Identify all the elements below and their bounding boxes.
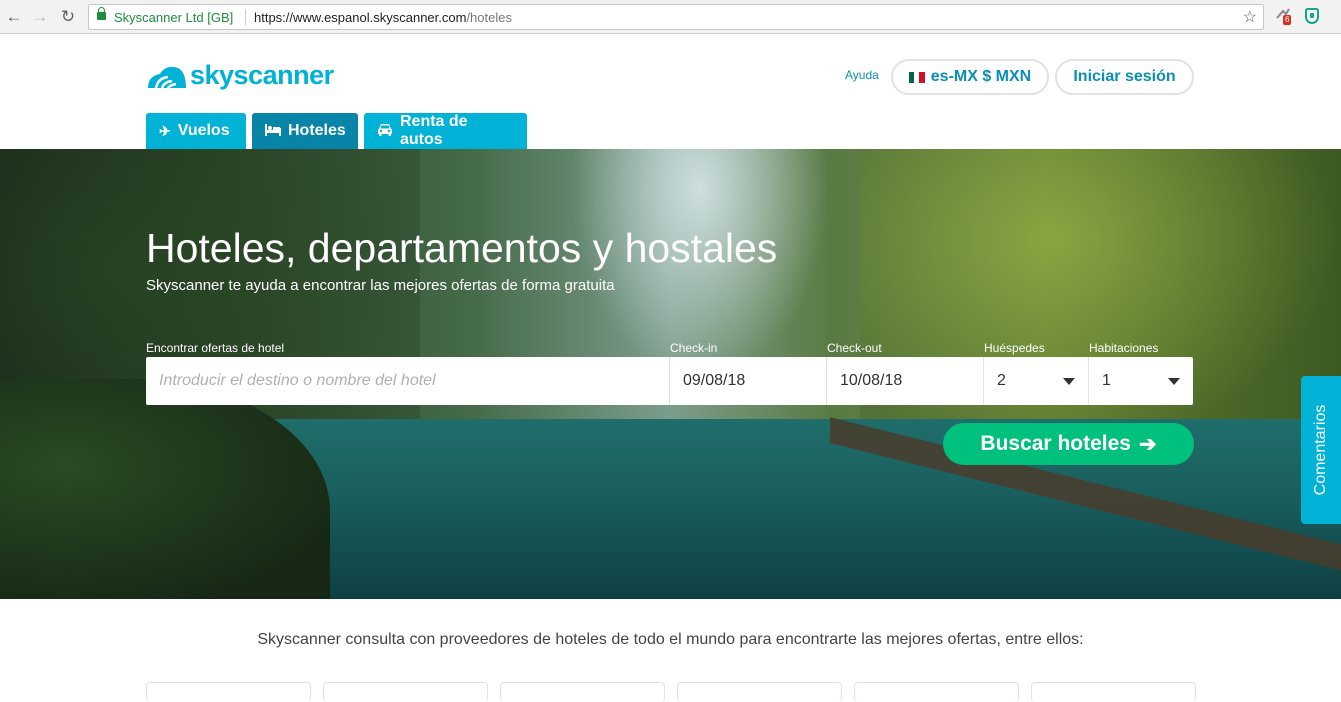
destination-field[interactable] — [146, 357, 670, 405]
search-hotels-label: Buscar hoteles — [980, 432, 1131, 455]
tab-vuelos[interactable]: ✈ Vuelos — [146, 113, 246, 149]
rooms-value: 1 — [1102, 372, 1111, 389]
checkin-value: 09/08/18 — [683, 372, 746, 389]
provider-card[interactable] — [1031, 682, 1196, 702]
hero-title: Hoteles, departamentos y hostales — [146, 225, 778, 271]
tab-label: Renta de autos — [400, 113, 468, 148]
bed-icon — [265, 123, 281, 139]
extension-icon[interactable]: 6 — [1275, 7, 1293, 25]
rooms-label: Habitaciones — [1089, 341, 1159, 355]
bookmark-star-icon[interactable]: ☆ — [1243, 7, 1257, 27]
arrow-right-icon: ➔ — [1138, 432, 1157, 456]
provider-card[interactable] — [323, 682, 488, 702]
guests-label: Huéspedes — [984, 341, 1045, 355]
checkout-field[interactable]: 10/08/18 — [827, 357, 984, 405]
feedback-tab[interactable]: Comentarios — [1301, 376, 1341, 524]
site-identity[interactable]: Skyscanner Ltd [GB] — [114, 10, 233, 25]
tab-hoteles[interactable]: Hoteles — [252, 113, 358, 149]
product-tabs: ✈ Vuelos Hoteles Renta de autos — [146, 113, 527, 149]
checkout-label: Check-out — [827, 341, 882, 355]
chevron-down-icon — [1063, 378, 1075, 385]
checkin-field[interactable]: 09/08/18 — [670, 357, 827, 405]
provider-card[interactable] — [146, 682, 311, 702]
address-bar[interactable]: Skyscanner Ltd [GB] https://www.espanol.… — [88, 4, 1264, 30]
provider-card[interactable] — [500, 682, 665, 702]
provider-card[interactable] — [677, 682, 842, 702]
reload-button[interactable]: ↻ — [58, 7, 78, 27]
login-button[interactable]: Iniciar sesión — [1055, 59, 1194, 95]
address-separator — [245, 9, 246, 25]
sun-cloud-logo-icon — [146, 62, 188, 90]
plane-icon: ✈ — [159, 122, 171, 139]
mexico-flag-icon — [908, 71, 925, 83]
forward-button[interactable]: → — [30, 7, 50, 27]
login-label: Iniciar sesión — [1073, 68, 1176, 85]
car-icon — [377, 123, 393, 139]
locale-button[interactable]: es-MX $ MXN — [891, 59, 1049, 95]
hotel-search-form: 09/08/18 10/08/18 2 1 — [146, 357, 1193, 405]
hero-subtitle: Skyscanner te ayuda a encontrar las mejo… — [146, 277, 615, 294]
destination-label: Encontrar ofertas de hotel — [146, 341, 285, 355]
checkout-value: 10/08/18 — [840, 372, 903, 389]
provider-card[interactable] — [854, 682, 1019, 702]
feedback-label: Comentarios — [1312, 404, 1329, 496]
help-link[interactable]: Ayuda — [845, 68, 879, 82]
back-button[interactable]: ← — [4, 7, 24, 27]
site-header: skyscanner Ayuda es-MX $ MXN Iniciar ses… — [0, 35, 1341, 149]
extension-badge: 6 — [1283, 15, 1292, 25]
browser-toolbar: ← → ↻ Skyscanner Ltd [GB] https://www.es… — [0, 0, 1341, 34]
provider-cards — [146, 682, 1196, 702]
destination-input[interactable] — [159, 372, 669, 390]
logo-wordmark: skyscanner — [190, 60, 334, 90]
providers-section: Skyscanner consulta con proveedores de h… — [0, 599, 1341, 702]
checkin-label: Check-in — [670, 341, 718, 355]
lock-icon — [97, 7, 106, 20]
shield-extension-icon[interactable] — [1305, 8, 1319, 24]
chevron-down-icon — [1168, 378, 1180, 385]
search-hotels-button[interactable]: Buscar hoteles ➔ — [943, 423, 1194, 465]
guests-select[interactable]: 2 — [984, 357, 1089, 405]
hero-banner: Hoteles, departamentos y hostales Skysca… — [0, 149, 1341, 599]
url-host: https://www.espanol.skyscanner.com — [254, 10, 467, 25]
providers-text: Skyscanner consulta con proveedores de h… — [257, 631, 1084, 648]
guests-value: 2 — [997, 372, 1006, 389]
tab-renta-de-autos[interactable]: Renta de autos — [364, 113, 527, 149]
tab-label: Vuelos — [177, 122, 230, 139]
rooms-select[interactable]: 1 — [1089, 357, 1193, 405]
url-text[interactable]: https://www.espanol.skyscanner.com/hotel… — [254, 10, 512, 25]
locale-label: es-MX $ MXN — [930, 68, 1032, 85]
skyscanner-logo[interactable]: skyscanner — [146, 60, 334, 91]
url-path: /hoteles — [466, 10, 512, 25]
tab-label: Hoteles — [288, 122, 346, 139]
